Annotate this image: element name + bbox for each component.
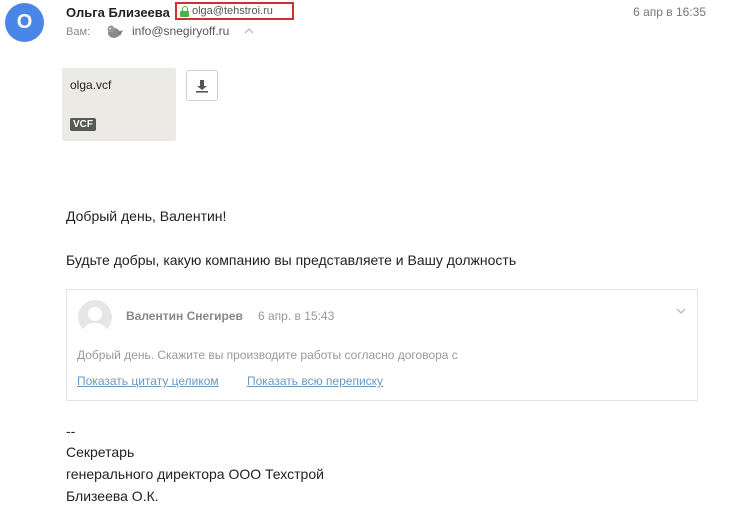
- file-type-badge: VCF: [70, 118, 96, 131]
- chevron-up-icon[interactable]: [243, 26, 255, 36]
- sender-avatar[interactable]: O: [5, 3, 44, 42]
- message-date: 6 апр в 16:35: [633, 5, 706, 19]
- download-icon: [196, 79, 208, 93]
- signature-line: генерального директора ООО Техстрой: [66, 466, 324, 482]
- sender-email-highlight[interactable]: olga@tehstroi.ru: [175, 2, 294, 20]
- download-button[interactable]: [186, 70, 218, 101]
- signature-separator: --: [66, 423, 76, 439]
- show-thread-link[interactable]: Показать всю переписку: [247, 374, 383, 388]
- quote-text: Добрый день. Скажите вы производите рабо…: [77, 348, 458, 362]
- quote-date: 6 апр. в 15:43: [258, 309, 335, 323]
- quote-author-avatar: [78, 300, 112, 334]
- attachment-filename: olga.vcf: [70, 78, 112, 92]
- signature-line: Близеева О.К.: [66, 488, 159, 504]
- body-question: Будьте добры, какую компанию вы представ…: [66, 252, 517, 268]
- sender-name[interactable]: Ольга Близеева: [66, 5, 170, 20]
- recipient-label: Вам:: [66, 26, 91, 38]
- recipient-address[interactable]: info@snegiryoff.ru: [132, 24, 229, 38]
- body-greeting: Добрый день, Валентин!: [66, 208, 227, 224]
- quote-author-name[interactable]: Валентин Снегирев: [126, 309, 243, 323]
- attachment-card[interactable]: olga.vcf VCF: [62, 68, 176, 141]
- sender-email[interactable]: olga@tehstroi.ru: [192, 5, 273, 17]
- user-icon: [83, 307, 107, 334]
- show-full-quote-link[interactable]: Показать цитату целиком: [77, 374, 219, 388]
- bird-icon: [107, 25, 123, 38]
- lock-icon: [180, 5, 189, 17]
- signature-line: Секретарь: [66, 444, 135, 460]
- quoted-message: Валентин Снегирев 6 апр. в 15:43 Добрый …: [66, 289, 698, 401]
- chevron-down-icon[interactable]: [675, 306, 687, 316]
